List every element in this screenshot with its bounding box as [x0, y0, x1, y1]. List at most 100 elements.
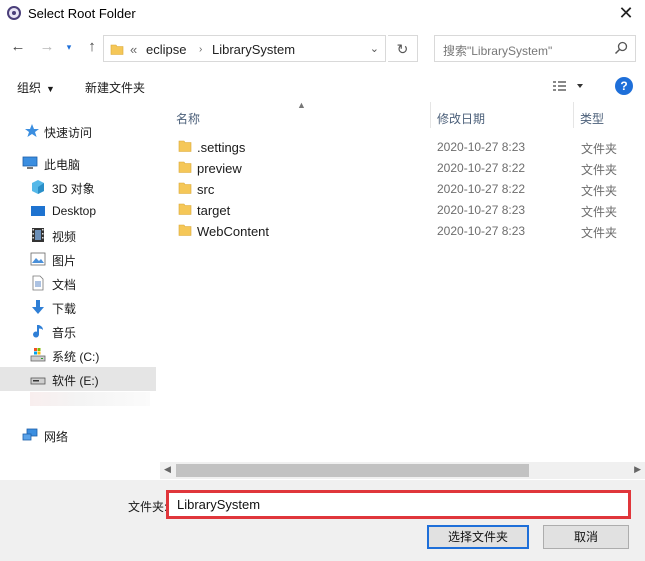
list-item[interactable]: target 2020-10-27 8:23 文件夹 — [170, 199, 645, 220]
footer-panel: 文件夹: 选择文件夹 取消 — [0, 480, 645, 561]
list-item[interactable]: WebContent 2020-10-27 8:23 文件夹 — [170, 220, 645, 241]
column-header-type[interactable]: 类型 — [580, 110, 604, 127]
sidebar-item-this-pc[interactable]: 此电脑 — [0, 152, 156, 174]
eclipse-app-icon — [7, 6, 21, 20]
folder-field-label: 文件夹: — [128, 500, 168, 514]
item-date: 2020-10-27 8:23 — [437, 140, 526, 154]
breadcrumb-separator-icon[interactable]: › — [199, 44, 202, 55]
sidebar-item-label: 图片 — [52, 254, 77, 268]
documents-icon — [30, 275, 46, 291]
sidebar-item-label: 此电脑 — [44, 158, 81, 172]
item-date: 2020-10-27 8:22 — [437, 182, 526, 196]
breadcrumb-overflow[interactable]: « — [130, 42, 137, 57]
organize-label: 组织 — [17, 81, 42, 95]
sidebar-item-quick-access[interactable]: 快速访问 — [0, 120, 156, 142]
item-date: 2020-10-27 8:23 — [437, 203, 526, 217]
title-bar: Select Root Folder ✕ — [0, 0, 645, 26]
list-item[interactable]: .settings 2020-10-27 8:23 文件夹 — [170, 136, 645, 157]
sidebar-item-label: 下载 — [52, 302, 77, 316]
close-icon[interactable]: ✕ — [615, 2, 637, 24]
refresh-icon[interactable]: ↻ — [388, 35, 418, 62]
folder-icon — [178, 139, 192, 156]
item-date: 2020-10-27 8:23 — [437, 224, 526, 238]
item-type: 文件夹 — [581, 226, 618, 240]
pictures-icon — [30, 251, 46, 267]
column-header-date[interactable]: 修改日期 — [437, 110, 485, 127]
breadcrumb-librarysystem[interactable]: LibrarySystem — [212, 42, 295, 57]
folder-field-wrapper — [166, 490, 631, 519]
sidebar-item-drive-e[interactable]: 软件 (E:) — [0, 367, 156, 391]
search-box[interactable]: 搜索"LibrarySystem" — [434, 35, 636, 62]
folder-icon — [110, 42, 124, 59]
forward-arrow-icon[interactable]: → — [37, 37, 57, 57]
item-name: preview — [197, 161, 242, 176]
column-divider[interactable] — [430, 102, 431, 128]
item-type: 文件夹 — [581, 184, 618, 198]
breadcrumb-eclipse[interactable]: eclipse — [146, 42, 186, 57]
horizontal-scrollbar[interactable]: ◀ ▶ — [160, 462, 645, 479]
address-dropdown-chevron-icon[interactable]: ⌄ — [370, 42, 379, 55]
scrollbar-thumb[interactable] — [176, 464, 529, 477]
scroll-left-arrow-icon[interactable]: ◀ — [164, 464, 171, 475]
search-placeholder: 搜索"LibrarySystem" — [443, 44, 553, 58]
cancel-button[interactable]: 取消 — [543, 525, 629, 549]
sidebar-item-label: 音乐 — [52, 326, 77, 340]
list-item[interactable]: src 2020-10-27 8:22 文件夹 — [170, 178, 645, 199]
sidebar-item-3d-objects[interactable]: 3D 对象 — [0, 176, 156, 198]
music-icon — [30, 323, 46, 339]
new-folder-button[interactable]: 新建文件夹 — [85, 79, 145, 96]
desktop-icon — [30, 203, 46, 219]
back-arrow-icon[interactable]: ← — [8, 37, 28, 57]
sidebar-item-label: 文档 — [52, 278, 77, 292]
item-name: WebContent — [197, 224, 270, 239]
item-type: 文件夹 — [581, 163, 618, 177]
sidebar-item-network[interactable]: 网络 — [0, 424, 156, 446]
address-bar[interactable]: « eclipse › LibrarySystem ⌄ — [103, 35, 386, 62]
video-icon — [30, 227, 46, 243]
navigation-pane: 快速访问 此电脑 3D 对象 Desktop 视频 图片 文档 下载 音乐 系统… — [0, 102, 158, 480]
help-icon[interactable]: ? — [615, 77, 633, 95]
network-icon — [22, 427, 38, 443]
up-arrow-icon[interactable]: ↑ — [82, 37, 102, 57]
view-options-icon[interactable] — [553, 80, 583, 95]
folder-input[interactable] — [169, 493, 628, 516]
sidebar-item-label: 软件 (E:) — [52, 374, 99, 388]
star-icon — [24, 123, 40, 139]
sidebar-item-desktop[interactable]: Desktop — [0, 200, 156, 222]
sidebar-item-label: 系统 (C:) — [52, 350, 100, 364]
list-item[interactable]: preview 2020-10-27 8:22 文件夹 — [170, 157, 645, 178]
folder-icon — [178, 181, 192, 198]
drive-icon — [30, 371, 46, 387]
sidebar-item-videos[interactable]: 视频 — [0, 224, 156, 246]
sidebar-item-downloads[interactable]: 下载 — [0, 296, 156, 318]
scroll-right-arrow-icon[interactable]: ▶ — [634, 464, 641, 475]
item-name: src — [197, 182, 215, 197]
column-divider[interactable] — [573, 102, 574, 128]
select-folder-button[interactable]: 选择文件夹 — [427, 525, 529, 549]
sidebar-item-drive-c[interactable]: 系统 (C:) — [0, 344, 156, 366]
download-icon — [30, 299, 46, 315]
command-toolbar: 组织 ▼ 新建文件夹 ? — [0, 72, 645, 100]
recent-locations-chevron-icon[interactable]: ▾ — [62, 37, 76, 57]
item-type: 文件夹 — [581, 142, 618, 156]
dropdown-caret-icon: ▼ — [46, 84, 55, 94]
sidebar-item-label: Desktop — [52, 204, 97, 218]
sort-ascending-icon: ▲ — [297, 100, 306, 110]
item-type: 文件夹 — [581, 205, 618, 219]
drive-icon — [30, 347, 46, 363]
column-header-name[interactable]: 名称 — [176, 110, 200, 127]
folder-icon — [178, 202, 192, 219]
folder-icon — [178, 160, 192, 177]
organize-menu-button[interactable]: 组织 ▼ — [17, 79, 55, 96]
computer-icon — [22, 155, 38, 171]
sidebar-item-music[interactable]: 音乐 — [0, 320, 156, 342]
item-date: 2020-10-27 8:22 — [437, 161, 526, 175]
sidebar-item-label: 视频 — [52, 230, 77, 244]
sidebar-item-label: 快速访问 — [44, 126, 93, 140]
navigation-bar: ← → ▾ ↑ « eclipse › LibrarySystem ⌄ ↻ 搜索… — [0, 31, 645, 65]
sidebar-item-pictures[interactable]: 图片 — [0, 248, 156, 270]
sidebar-item-documents[interactable]: 文档 — [0, 272, 156, 294]
folder-icon — [178, 223, 192, 240]
search-icon[interactable] — [614, 41, 628, 58]
sidebar-item-label: 3D 对象 — [52, 182, 95, 196]
